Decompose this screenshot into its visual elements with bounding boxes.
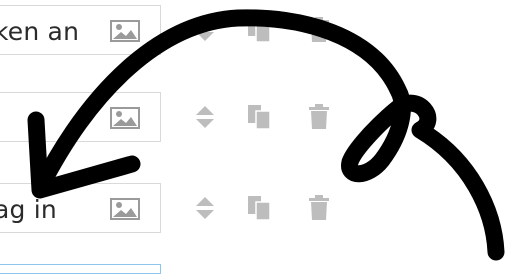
trash-icon[interactable] [307,195,331,221]
row-1-controls [193,5,343,55]
answer-row-1: ken an [0,5,514,55]
answer-text-1: ken an [0,17,80,46]
sort-icon[interactable] [193,195,217,221]
answer-text-3: ag in [0,195,57,224]
answer-row-2 [0,92,514,142]
trash-icon[interactable] [307,17,331,43]
row-3-controls [193,183,343,233]
answer-field-2[interactable] [0,92,161,142]
copy-icon[interactable] [247,195,271,221]
trash-icon[interactable] [307,104,331,130]
sort-icon[interactable] [193,17,217,43]
answer-field-3[interactable]: ag in [0,183,161,233]
row-2-controls [193,92,343,142]
image-icon[interactable] [110,198,140,220]
answer-field-4[interactable] [0,264,161,274]
answer-field-1[interactable]: ken an [0,5,161,55]
answer-row-3: ag in [0,183,514,233]
answer-row-4 [0,264,514,274]
image-icon[interactable] [110,20,140,42]
copy-icon[interactable] [247,104,271,130]
copy-icon[interactable] [247,17,271,43]
image-icon[interactable] [110,107,140,129]
sort-icon[interactable] [193,104,217,130]
